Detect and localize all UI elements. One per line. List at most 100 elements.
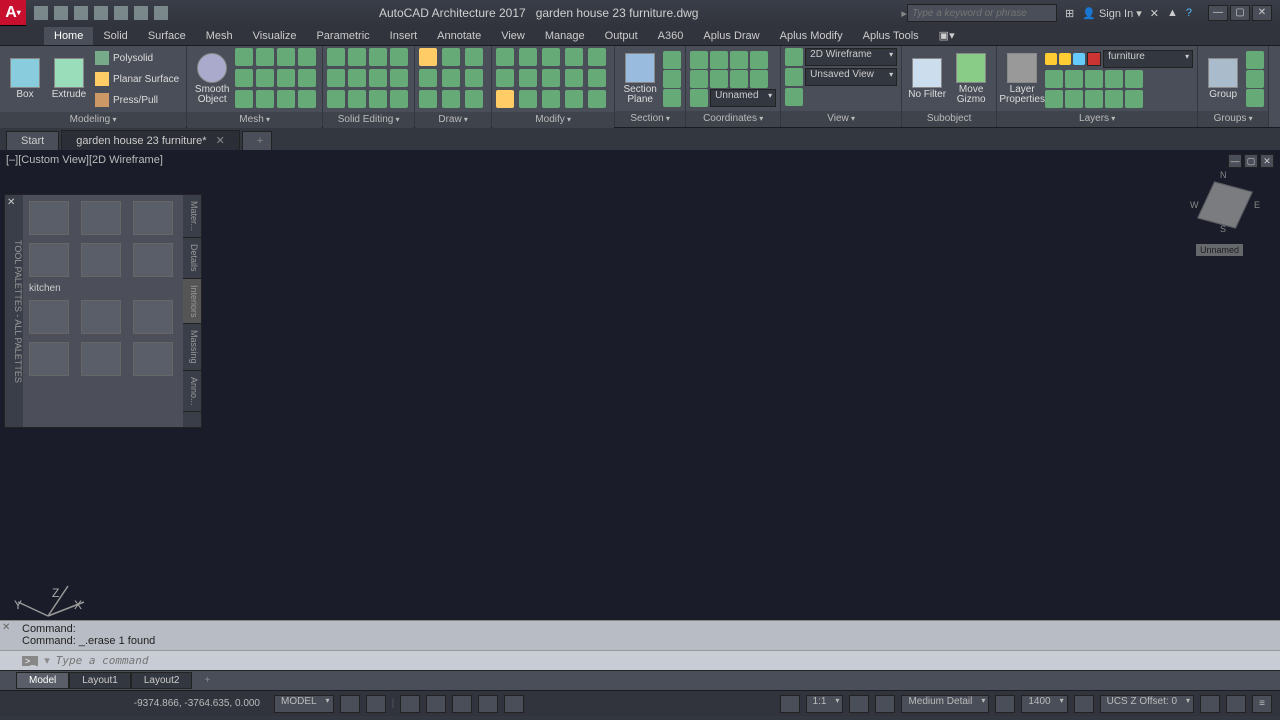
panel-label-modify[interactable]: Modify [535, 114, 571, 125]
infocenter-icon[interactable]: ⊞ [1065, 7, 1074, 20]
panel-coordinates: Unnamed Coordinates [686, 46, 781, 127]
replace-z-icon[interactable] [1074, 695, 1094, 713]
minimize-button[interactable]: — [1208, 5, 1228, 21]
customize-icon[interactable]: ≡ [1252, 695, 1272, 713]
panel-label-draw[interactable]: Draw [438, 114, 468, 125]
tab-manage[interactable]: Manage [535, 27, 595, 45]
ucs-dropdown[interactable]: Unnamed [710, 89, 776, 107]
anno-vis-icon[interactable] [875, 695, 895, 713]
isolate-icon[interactable] [1200, 695, 1220, 713]
tab-surface[interactable]: Surface [138, 27, 196, 45]
tab-insert[interactable]: Insert [380, 27, 428, 45]
tab-output[interactable]: Output [595, 27, 648, 45]
panel-label-solidedit[interactable]: Solid Editing [338, 114, 400, 125]
grid-icon[interactable] [340, 695, 360, 713]
help-search-input[interactable] [907, 4, 1057, 22]
file-tab-document[interactable]: garden house 23 furniture* ✕ [61, 130, 240, 150]
workspace-icon[interactable] [780, 695, 800, 713]
tab-home[interactable]: Home [44, 27, 93, 45]
tab-solid[interactable]: Solid [93, 27, 137, 45]
section-plane-button[interactable]: Section Plane [619, 53, 661, 105]
gear-icon[interactable] [849, 695, 869, 713]
layout-tab-add[interactable]: + [192, 673, 222, 688]
ortho-icon[interactable] [400, 695, 420, 713]
app-menu-button[interactable]: A▾ [0, 0, 26, 26]
layer-dropdown[interactable]: furniture [1103, 50, 1193, 68]
osnap-icon[interactable] [452, 695, 472, 713]
drawing-canvas[interactable] [0, 150, 300, 300]
maximize-button[interactable]: ▢ [1230, 5, 1250, 21]
saveas-icon[interactable] [94, 6, 108, 20]
tab-annotate[interactable]: Annotate [427, 27, 491, 45]
undo-icon[interactable] [134, 6, 148, 20]
polysolid-button[interactable]: Polysolid [92, 48, 182, 68]
smooth-object-button[interactable]: Smooth Object [191, 53, 233, 105]
layout-tab-2[interactable]: Layout2 [131, 672, 193, 689]
layout-tabs: Model Layout1 Layout2 + [0, 670, 1280, 690]
command-input[interactable] [56, 654, 1274, 667]
file-tab-start[interactable]: Start [6, 131, 59, 150]
clean-screen-icon[interactable] [1226, 695, 1246, 713]
group-button[interactable]: Group [1202, 58, 1244, 100]
tab-aplus-draw[interactable]: Aplus Draw [693, 27, 769, 45]
help-icon[interactable]: ? [1186, 7, 1192, 19]
snap-icon[interactable] [366, 695, 386, 713]
vp-close-icon[interactable]: ✕ [1260, 154, 1274, 168]
viewport[interactable]: [–][Custom View][2D Wireframe] — ▢ ✕ N W… [0, 150, 1280, 620]
panel-label-section[interactable]: Section [630, 113, 670, 124]
a360-icon[interactable]: ▲ [1167, 7, 1178, 19]
no-filter-button[interactable]: No Filter [906, 58, 948, 100]
dyn-input-icon[interactable] [504, 695, 524, 713]
ucs-offset-readout[interactable]: UCS Z Offset: 0 [1100, 695, 1194, 713]
redo-icon[interactable] [154, 6, 168, 20]
command-line[interactable]: >_ ▾ [0, 650, 1280, 670]
panel-label-view[interactable]: View [827, 113, 855, 124]
planar-surface-button[interactable]: Planar Surface [92, 69, 182, 89]
elevation-readout[interactable]: 1400 [1021, 695, 1067, 713]
panel-label-coords[interactable]: Coordinates [703, 113, 763, 124]
box-button[interactable]: Box [4, 58, 46, 100]
move-gizmo-button[interactable]: Move Gizmo [950, 53, 992, 105]
tab-parametric[interactable]: Parametric [306, 27, 379, 45]
panel-label-modeling[interactable]: Modeling [70, 114, 117, 125]
tab-a360[interactable]: A360 [648, 27, 694, 45]
tab-mesh[interactable]: Mesh [196, 27, 243, 45]
panel-label-groups[interactable]: Groups [1214, 113, 1253, 124]
close-button[interactable]: ✕ [1252, 5, 1272, 21]
layout-tab-model[interactable]: Model [16, 672, 69, 689]
otrack-icon[interactable] [478, 695, 498, 713]
saved-view-dropdown[interactable]: Unsaved View [805, 68, 897, 86]
panel-label-mesh[interactable]: Mesh [239, 114, 270, 125]
vp-minimize-icon[interactable]: — [1228, 154, 1242, 168]
title-right: ⊞ 👤 Sign In ▾ ✕ ▲ ? — ▢ ✕ [1057, 5, 1280, 21]
vp-maximize-icon[interactable]: ▢ [1244, 154, 1258, 168]
ribbon-expand-icon[interactable]: ▣▾ [929, 26, 965, 45]
plot-icon[interactable] [114, 6, 128, 20]
open-icon[interactable] [54, 6, 68, 20]
tab-aplus-tools[interactable]: Aplus Tools [853, 27, 929, 45]
layer-properties-button[interactable]: Layer Properties [1001, 53, 1043, 105]
detail-level-dropdown[interactable]: Medium Detail [901, 695, 989, 713]
cutplane-icon[interactable] [995, 695, 1015, 713]
viewcube[interactable]: N W E S Unnamed [1190, 170, 1260, 240]
tab-view[interactable]: View [491, 27, 535, 45]
anno-scale-dropdown[interactable]: 1:1 [806, 695, 844, 713]
file-tab-add[interactable]: + [242, 131, 272, 150]
save-icon[interactable] [74, 6, 88, 20]
panel-draw: Draw [415, 46, 492, 127]
cmd-close-icon[interactable]: ✕ [2, 622, 10, 633]
extrude-button[interactable]: Extrude [48, 58, 90, 100]
mesh-tool-icon[interactable] [235, 48, 253, 66]
new-icon[interactable] [34, 6, 48, 20]
layout-tab-1[interactable]: Layout1 [69, 672, 131, 689]
command-history[interactable]: Command: Command: _.erase 1 found [0, 620, 1280, 650]
presspull-button[interactable]: Press/Pull [92, 90, 182, 110]
polar-icon[interactable] [426, 695, 446, 713]
status-model-button[interactable]: MODEL [274, 695, 334, 713]
exchange-icon[interactable]: ✕ [1150, 7, 1159, 20]
visual-style-dropdown[interactable]: 2D Wireframe [805, 48, 897, 66]
signin-button[interactable]: 👤 Sign In ▾ [1082, 7, 1142, 20]
tab-visualize[interactable]: Visualize [243, 27, 307, 45]
panel-label-layers[interactable]: Layers [1079, 113, 1115, 124]
tab-aplus-modify[interactable]: Aplus Modify [770, 27, 853, 45]
